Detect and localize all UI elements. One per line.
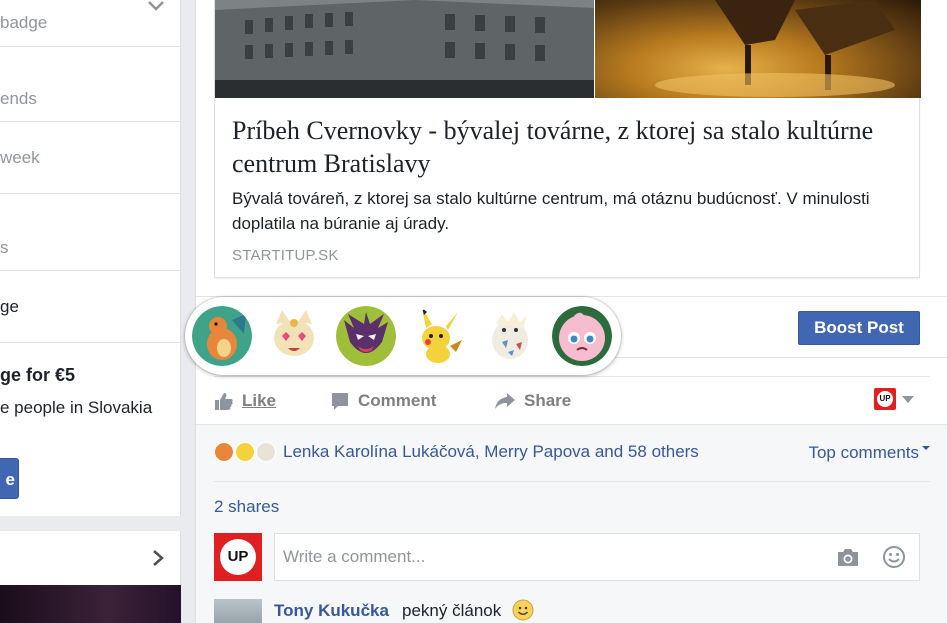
preview-image-factory[interactable] xyxy=(215,0,594,98)
reaction-picker xyxy=(185,297,621,375)
charizard-reaction-icon xyxy=(214,442,234,462)
link-preview[interactable]: Príbeh Cvernovky - bývalej továrne, z kt… xyxy=(214,0,921,278)
promo-title: ge for €5 xyxy=(0,365,76,385)
togepi-reaction-icon xyxy=(256,442,276,462)
preview-description: Bývalá továreň, z ktorej sa stalo kultúr… xyxy=(232,189,870,233)
jigglypuff-reaction-icon[interactable] xyxy=(552,306,612,366)
pikachu-reaction-icon[interactable] xyxy=(408,306,468,366)
caret-down-icon xyxy=(902,395,914,403)
comment-composer: UP xyxy=(214,533,930,581)
haunter-reaction-icon[interactable] xyxy=(336,306,396,366)
chevron-down-icon[interactable] xyxy=(146,0,166,14)
sidebar-line-page[interactable]: ge xyxy=(0,297,19,317)
preview-domain: STARTITUP.SK xyxy=(232,247,339,264)
camera-icon[interactable] xyxy=(836,546,860,568)
top-comments-label: Top comments xyxy=(808,443,919,462)
divider xyxy=(0,193,181,194)
page-logo: UP xyxy=(874,388,896,410)
comment-item: Tony Kukučka pekný článok xyxy=(214,599,930,623)
divider xyxy=(0,46,181,47)
page-info-card: badge ends week s ge ge for €5 e people … xyxy=(0,0,181,516)
sidebar-card[interactable] xyxy=(0,531,181,585)
share-button[interactable]: Share xyxy=(494,389,571,413)
reactions-summary[interactable]: Lenka Karolína Lukáčová, Merry Papova an… xyxy=(214,439,930,465)
comment-input[interactable] xyxy=(274,533,920,581)
caret-down-icon xyxy=(922,446,930,450)
factory-photo xyxy=(215,0,594,98)
promo-subtitle: e people in Slovakia xyxy=(0,398,153,417)
comments-area: Lenka Karolína Lukáčová, Merry Papova an… xyxy=(196,424,947,623)
comment-button[interactable]: Comment xyxy=(330,389,436,413)
interior-photo xyxy=(655,0,895,97)
divider xyxy=(0,270,181,271)
sidebar-line-friends[interactable]: ends xyxy=(0,89,37,109)
promote-button[interactable]: e xyxy=(0,458,19,499)
charizard-reaction-icon[interactable] xyxy=(192,306,252,366)
top-comments-dropdown[interactable]: Top comments xyxy=(808,443,930,463)
sidebar-line-s[interactable]: s xyxy=(0,238,9,258)
divider xyxy=(214,481,930,482)
comment-label: Comment xyxy=(358,391,437,410)
smile-emoji-icon xyxy=(512,599,534,621)
boost-post-button[interactable]: Boost Post xyxy=(798,311,920,345)
sidebar-line-badge: badge xyxy=(0,13,48,32)
avatar[interactable] xyxy=(214,599,262,623)
comment-author[interactable]: Tony Kukučka xyxy=(274,601,389,621)
chevron-right-icon[interactable] xyxy=(150,548,166,568)
page-identity-selector[interactable]: UP xyxy=(874,387,914,411)
meowth-reaction-icon[interactable] xyxy=(264,306,324,366)
togepi-reaction-icon[interactable] xyxy=(480,306,540,366)
divider xyxy=(0,121,181,122)
share-label: Share xyxy=(524,391,572,410)
left-sidebar: badge ends week s ge ge for €5 e people … xyxy=(0,0,181,623)
page-logo-text: UP xyxy=(877,391,893,407)
comment-text: pekný článok xyxy=(402,601,502,620)
like-label: Like xyxy=(242,391,277,410)
thumbs-up-icon xyxy=(215,393,233,410)
sidebar-line-week[interactable]: week xyxy=(0,148,40,168)
emoji-icon[interactable] xyxy=(882,545,906,569)
sidebar-image xyxy=(0,585,181,623)
avatar-text: UP xyxy=(220,539,256,575)
divider xyxy=(0,342,181,343)
preview-title[interactable]: Príbeh Cvernovky - bývalej továrne, z kt… xyxy=(232,114,892,180)
avatar[interactable]: UP xyxy=(214,533,262,581)
like-button[interactable]: Like xyxy=(214,389,276,413)
reactors-text[interactable]: Lenka Karolína Lukáčová, Merry Papova an… xyxy=(283,442,699,462)
preview-image-interior[interactable] xyxy=(595,0,921,98)
action-row: Like Comment Share UP xyxy=(214,376,930,424)
pikachu-reaction-icon xyxy=(235,442,255,462)
comment-icon xyxy=(332,393,348,410)
share-icon xyxy=(495,393,515,409)
shares-count[interactable]: 2 shares xyxy=(214,497,279,517)
